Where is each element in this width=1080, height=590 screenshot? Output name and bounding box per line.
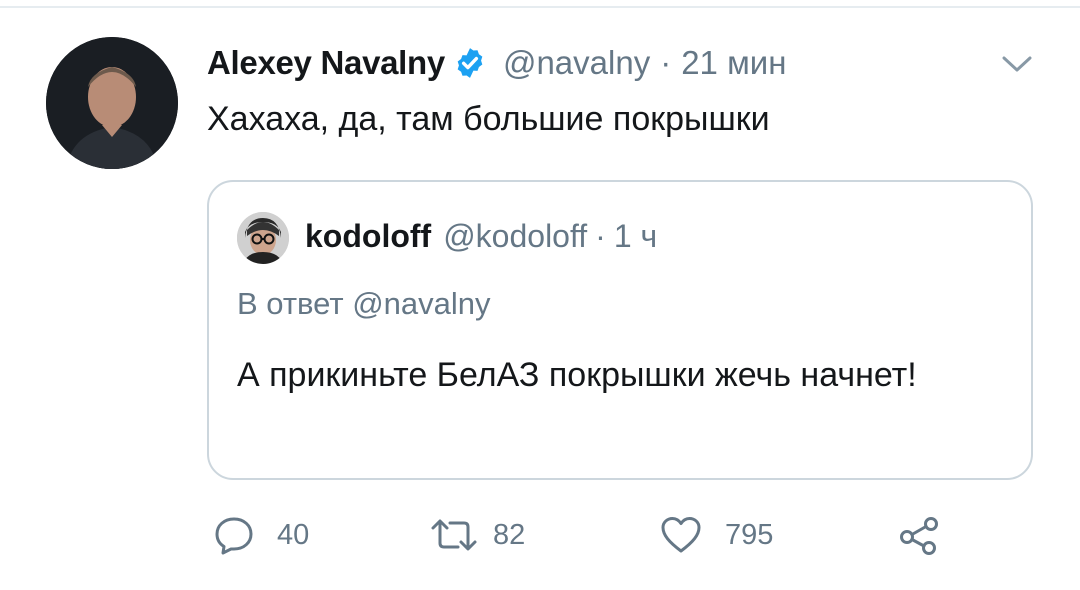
reply-to-handle[interactable]: @navalny — [352, 286, 490, 321]
tweet-timestamp[interactable]: 21 мин — [681, 44, 786, 82]
reply-context: В ответ @navalny — [237, 286, 491, 322]
quoted-tweet-timestamp[interactable]: 1 ч — [614, 218, 657, 255]
header-separator: · — [660, 44, 672, 81]
share-icon — [897, 515, 941, 555]
author-avatar[interactable] — [46, 37, 178, 169]
chevron-down-icon[interactable] — [1000, 52, 1034, 76]
reply-button[interactable]: 40 — [213, 510, 309, 560]
quoted-author-handle[interactable]: @kodoloff — [443, 218, 587, 255]
reply-prefix: В ответ — [237, 286, 344, 321]
author-name[interactable]: Alexey Navalny — [207, 44, 445, 82]
tweet-header: Alexey Navalny @navalny · 21 мин — [207, 40, 786, 86]
author-handle[interactable]: @navalny — [503, 44, 650, 82]
top-divider — [0, 6, 1080, 8]
tweet-text: Хахаха, да, там большие покрышки — [207, 100, 770, 138]
like-count: 795 — [725, 518, 774, 551]
tweet-actions: 40 82 795 — [207, 510, 967, 560]
quoted-author-name[interactable]: kodoloff — [305, 218, 431, 255]
quoted-tweet-header: kodoloff @kodoloff · 1 ч — [305, 214, 657, 258]
retweet-button[interactable]: 82 — [429, 510, 525, 560]
verified-badge-icon — [453, 46, 487, 80]
like-icon — [659, 515, 703, 555]
retweet-count: 82 — [493, 518, 526, 551]
quoted-tweet[interactable]: kodoloff @kodoloff · 1 ч В ответ @navaln… — [207, 180, 1033, 480]
quoted-header-separator: · — [595, 217, 606, 254]
quoted-author-avatar[interactable] — [237, 212, 289, 264]
reply-count: 40 — [277, 518, 310, 551]
retweet-icon — [429, 515, 479, 555]
like-button[interactable]: 795 — [659, 510, 773, 560]
share-button[interactable] — [897, 510, 941, 560]
quoted-tweet-text: А прикиньте БелАЗ покрышки жечь начнет! — [237, 356, 917, 394]
reply-icon — [213, 515, 255, 555]
